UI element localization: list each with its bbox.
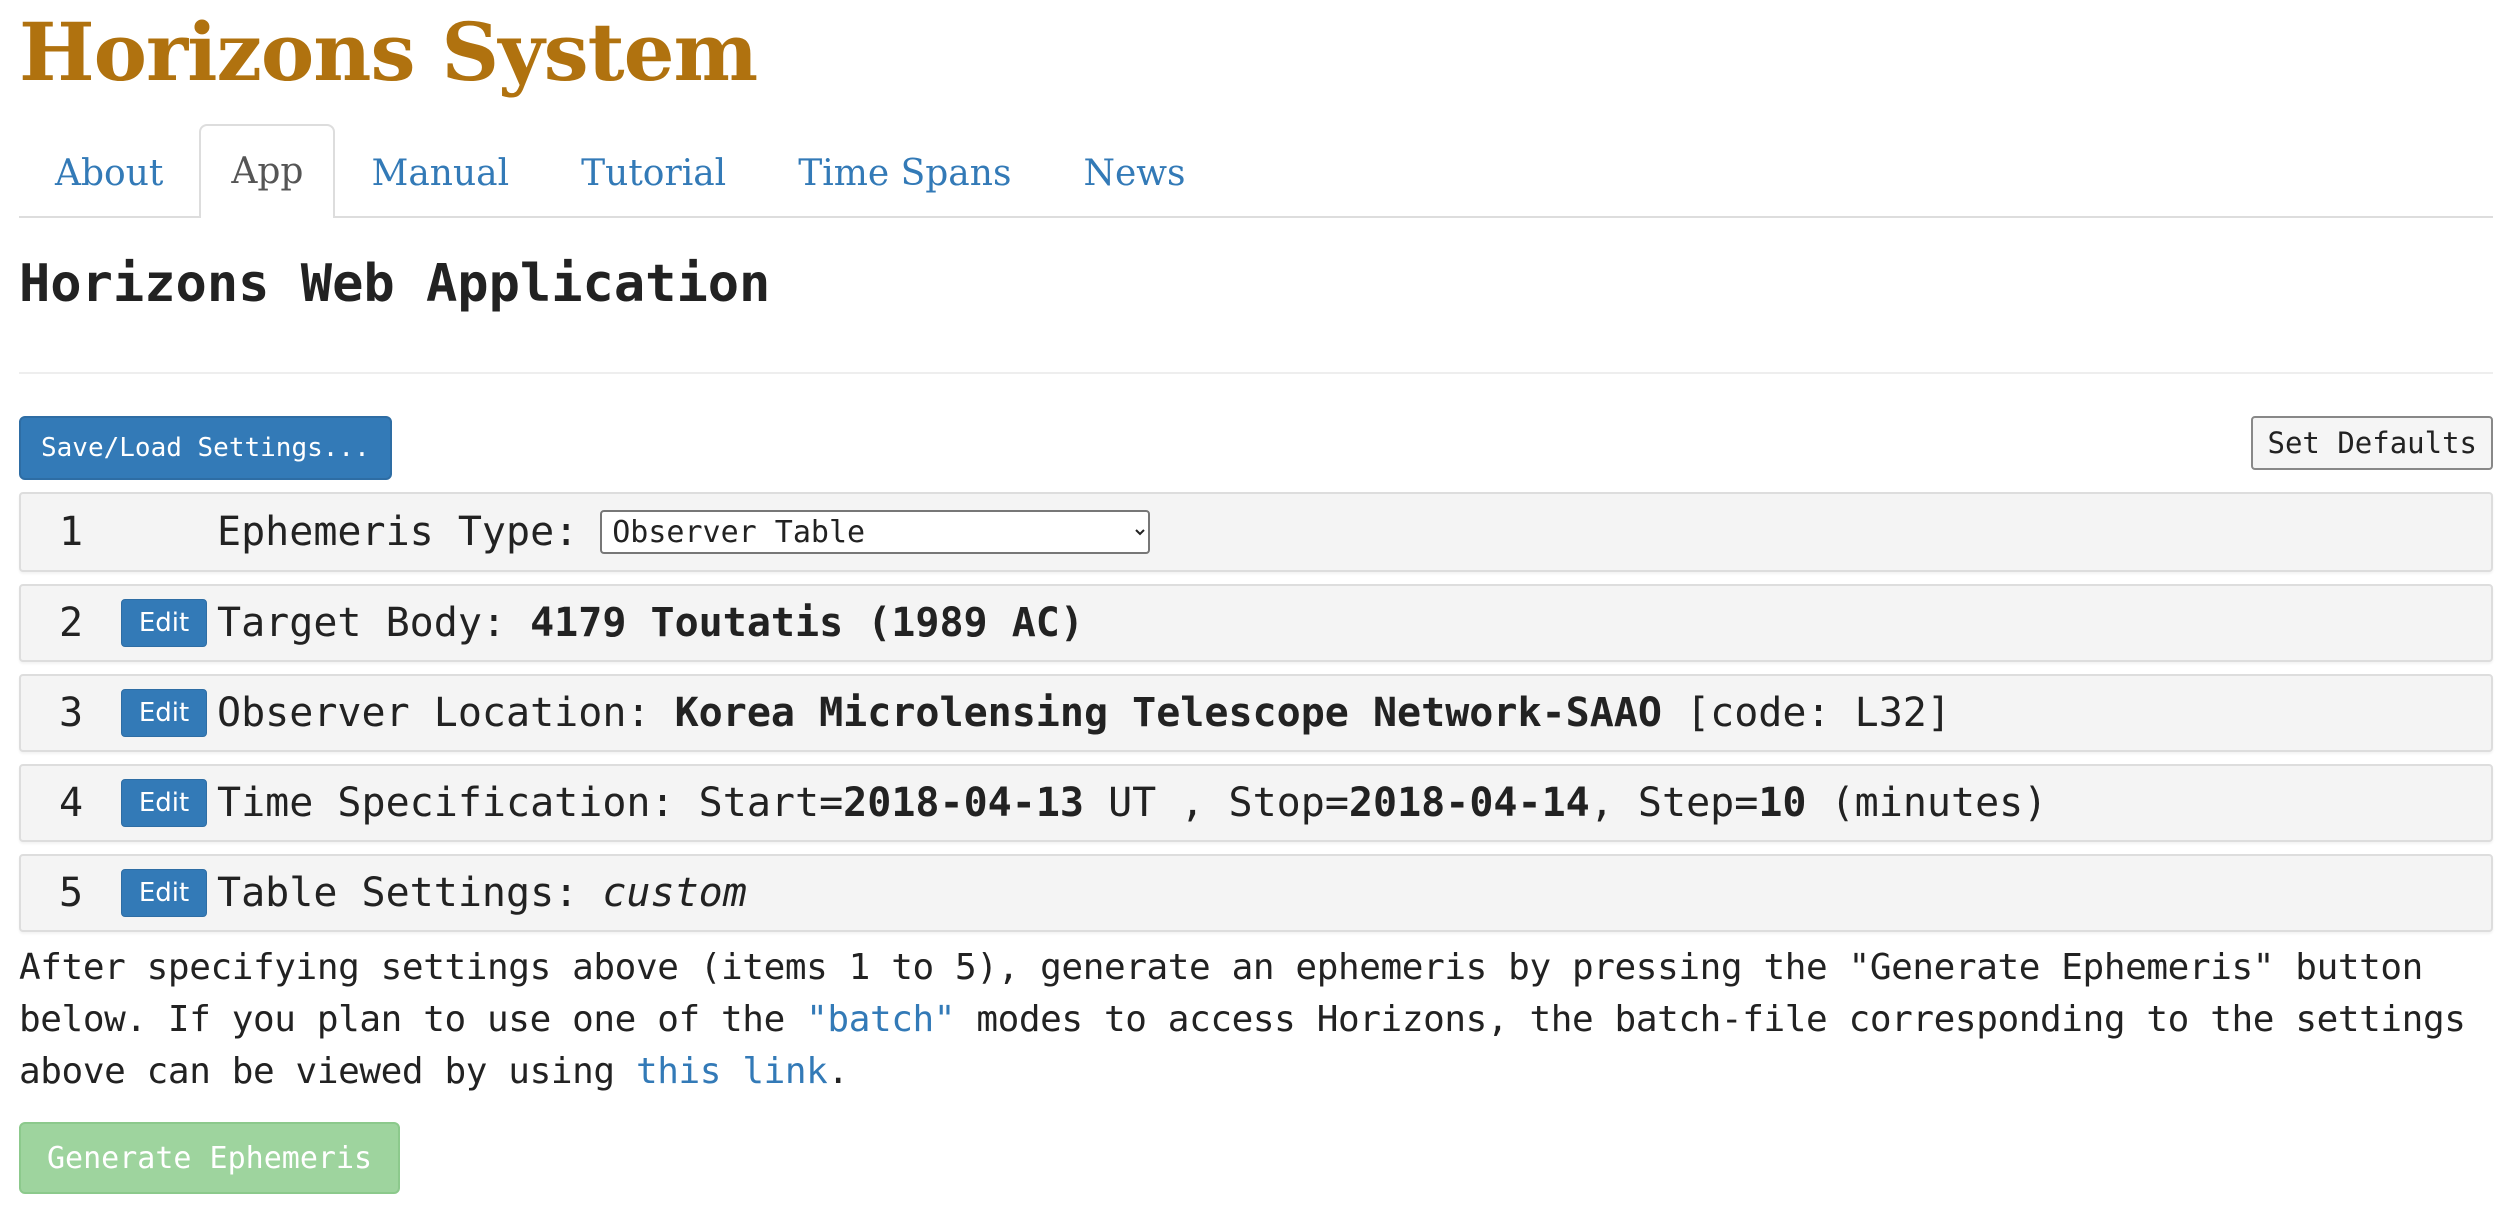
target-body-label: Target Body: (217, 600, 506, 646)
edit-observer-location-button[interactable]: Edit (121, 689, 207, 737)
observer-location-code: [code: L32] (1686, 690, 1951, 736)
stop-date-value: 2018-04-14 (1348, 780, 1590, 826)
page-title: Horizons Web Application (19, 254, 771, 314)
setting-row-observer-location: 3 Edit Observer Location: Korea Microlen… (19, 674, 2493, 752)
stop-prefix: Stop= (1228, 780, 1349, 826)
tab-about[interactable]: About (19, 126, 199, 218)
edit-time-specification-button[interactable]: Edit (121, 779, 207, 827)
batch-link[interactable]: "batch" (806, 999, 955, 1040)
row-number: 1 (58, 509, 84, 555)
tab-app[interactable]: App (199, 124, 336, 218)
page: Horizons System About App Manual Tutoria… (0, 0, 2512, 1194)
tab-news[interactable]: News (1047, 126, 1221, 218)
setting-row-target-body: 2 Edit Target Body: 4179 Toutatis (1989 … (19, 584, 2493, 662)
site-title: Horizons System (19, 5, 758, 99)
setting-row-table-settings: 5 Edit Table Settings: custom (19, 854, 2493, 932)
start-suffix: UT , (1108, 780, 1205, 826)
target-body-value: 4179 Toutatis (1989 AC) (530, 600, 1084, 646)
toolbar: Save/Load Settings... Set Defaults (19, 416, 2493, 480)
edit-table-settings-button[interactable]: Edit (121, 869, 207, 917)
batch-file-link[interactable]: this link (636, 1051, 828, 1092)
help-paragraph: After specifying settings above (items 1… (19, 942, 2493, 1098)
table-settings-value: custom (602, 870, 747, 916)
step-value: 10 (1758, 780, 1807, 826)
setting-row-ephemeris-type: 1 Ephemeris Type: Observer Table (19, 492, 2493, 572)
observer-location-label: Observer Location: (217, 690, 651, 736)
tab-time-spans[interactable]: Time Spans (762, 126, 1047, 218)
row-number: 5 (58, 870, 84, 916)
divider (19, 372, 2493, 374)
step-prefix: , Step= (1589, 780, 1759, 826)
row-number: 3 (58, 690, 84, 736)
ephemeris-type-label: Ephemeris Type: (217, 509, 579, 555)
edit-target-body-button[interactable]: Edit (121, 599, 207, 647)
tab-tutorial[interactable]: Tutorial (545, 126, 762, 218)
observer-location-value: Korea Microlensing Telescope Network-SAA… (674, 690, 1662, 736)
table-settings-label: Table Settings: (217, 870, 579, 916)
time-specification-label: Time Specification: (217, 780, 675, 826)
start-prefix: Start= (698, 780, 844, 826)
start-date-value: 2018-04-13 (843, 780, 1084, 826)
row-number: 2 (58, 600, 84, 646)
generate-ephemeris-button[interactable]: Generate Ephemeris (19, 1122, 401, 1194)
row-number: 4 (58, 780, 84, 826)
ephemeris-type-select[interactable]: Observer Table (600, 510, 1151, 554)
main-tabs: About App Manual Tutorial Time Spans New… (19, 120, 2493, 218)
tab-manual[interactable]: Manual (335, 126, 545, 218)
setting-row-time-specification: 4 Edit Time Specification: Start= 2018-04… (19, 764, 2493, 842)
save-load-settings-button[interactable]: Save/Load Settings... (19, 416, 392, 480)
set-defaults-button[interactable]: Set Defaults (2251, 416, 2493, 470)
help-text-part3: . (827, 1051, 849, 1092)
step-unit: (minutes) (1830, 780, 2048, 826)
